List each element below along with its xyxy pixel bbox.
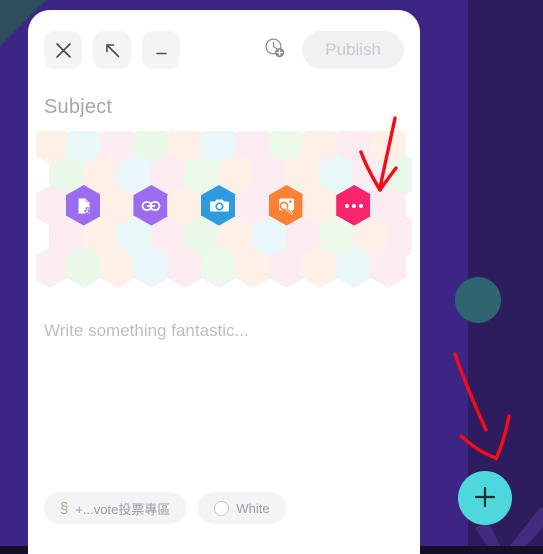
- background-teal-circle: [455, 277, 501, 323]
- color-chip-label: White: [236, 500, 270, 516]
- body-input[interactable]: Write something fantastic...: [28, 303, 420, 492]
- color-chip[interactable]: White: [198, 492, 286, 524]
- subject-input[interactable]: Subject: [28, 82, 420, 131]
- minimize-icon: [153, 42, 170, 59]
- color-swatch-icon: [214, 500, 230, 516]
- plus-icon: [472, 484, 498, 513]
- close-button[interactable]: [44, 31, 82, 69]
- close-icon: [55, 42, 72, 59]
- schedule-clock-add-icon: [264, 37, 286, 64]
- schedule-button[interactable]: [260, 35, 290, 65]
- channel-chip-label: +...vote投票專區: [75, 501, 171, 517]
- camera-icon: [209, 195, 230, 216]
- more-dots-icon: [343, 202, 365, 210]
- link-icon: [140, 195, 162, 217]
- section-symbol-icon: §: [60, 499, 69, 517]
- add-note-button[interactable]: [458, 471, 512, 525]
- app-root: Publish Subject Write something fantasti…: [0, 0, 543, 554]
- image-search-icon: [276, 195, 297, 216]
- file-upload-icon: [74, 196, 94, 216]
- compose-card: Publish Subject Write something fantasti…: [28, 10, 420, 554]
- compose-toolbar: Publish: [28, 10, 420, 82]
- expand-button[interactable]: [93, 31, 131, 69]
- minimize-button[interactable]: [142, 31, 180, 69]
- channel-chip[interactable]: § +...vote投票專區: [44, 492, 187, 524]
- hex-action-grid: [36, 131, 412, 303]
- publish-button[interactable]: Publish: [302, 31, 404, 69]
- compose-footer: § +...vote投票專區 White: [28, 492, 420, 554]
- expand-arrow-icon: [104, 42, 121, 59]
